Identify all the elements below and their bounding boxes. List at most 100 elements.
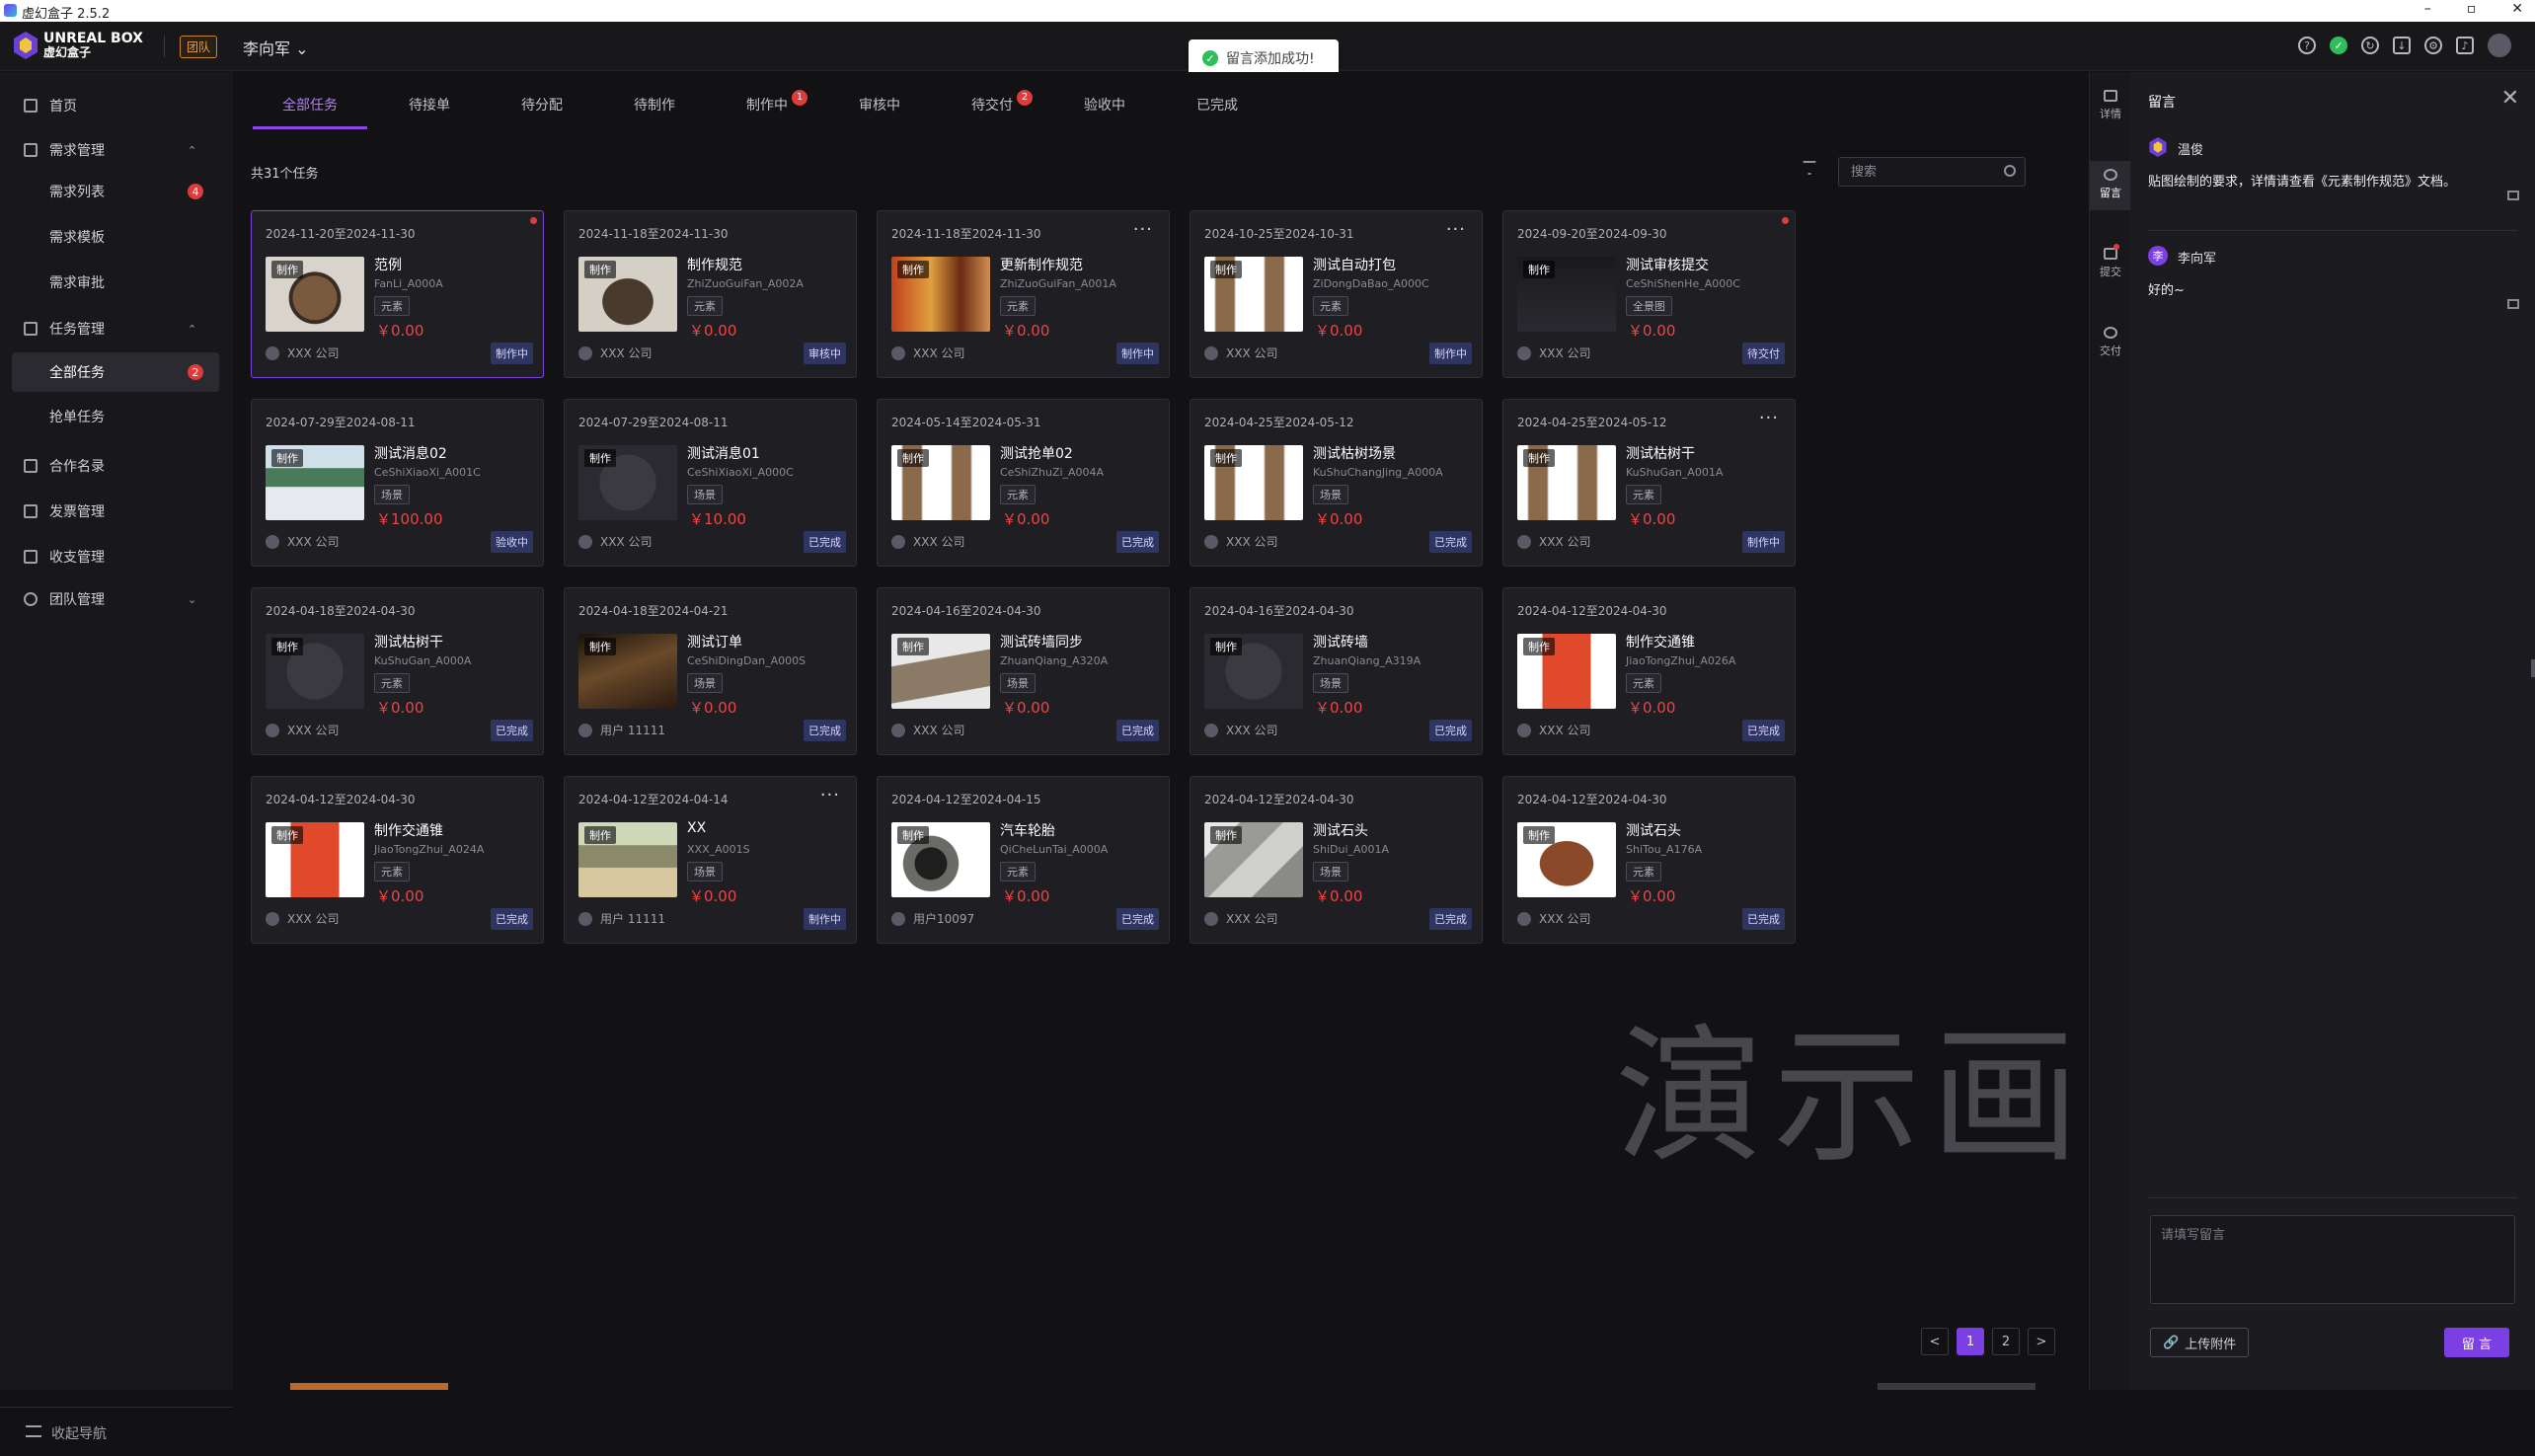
status-badge: 审核中 — [804, 343, 846, 364]
horizontal-scrollbar-track[interactable] — [1878, 1383, 2036, 1390]
status-ok-icon[interactable]: ✓ — [2330, 37, 2347, 54]
owner-name: XXX 公司 — [287, 724, 340, 737]
rail-deliver[interactable]: 交付 — [2090, 319, 2131, 368]
task-card[interactable]: 2024-11-20至2024-11-30 制作 范例 FanLi_A000A 元素 ￥0… — [251, 210, 544, 378]
rail-comments[interactable]: 留言 — [2090, 161, 2131, 210]
tab-pending-accept[interactable]: 待接单 — [379, 72, 480, 129]
task-owner: XXX 公司 — [1204, 533, 1277, 550]
close-icon[interactable]: ✕ — [2501, 86, 2519, 111]
tab-pending-deliver[interactable]: 待交付 2 — [942, 72, 1042, 129]
tab-label: 验收中 — [1084, 98, 1125, 114]
rail-label: 提交 — [2100, 266, 2121, 278]
minimize-button[interactable]: – — [2424, 1, 2431, 17]
sidebar-item-demand-mgmt[interactable]: 需求管理 ⌃ — [0, 130, 233, 170]
task-card[interactable]: ··· 2024-04-12至2024-04-14 制作 XX XXX_A001S 场景 ￥… — [564, 776, 857, 944]
more-icon[interactable]: ··· — [1446, 219, 1466, 240]
owner-name: XXX 公司 — [287, 346, 340, 360]
task-card[interactable]: 2024-04-18至2024-04-21 制作 测试订单 CeShiDingDan_… — [564, 587, 857, 755]
tab-accepting[interactable]: 验收中 — [1054, 72, 1155, 129]
refresh-icon[interactable]: ↻ — [2361, 37, 2379, 54]
maximize-button[interactable]: ▫ — [2467, 1, 2477, 17]
production-tag: 制作 — [1210, 261, 1242, 278]
bell-icon[interactable]: ♪ — [2456, 37, 2474, 54]
rail-details[interactable]: 详情 — [2090, 82, 2131, 131]
avatar[interactable] — [2488, 34, 2511, 57]
close-window-button[interactable]: ✕ — [2511, 1, 2523, 17]
send-comment-button[interactable]: 留 言 — [2444, 1328, 2509, 1357]
collapse-nav-button[interactable]: 收起导航 — [0, 1407, 233, 1456]
tab-completed[interactable]: 已完成 — [1167, 72, 1268, 129]
task-card[interactable]: 2024-04-12至2024-04-30 制作 测试石头 ShiDui_A001A 场… — [1190, 776, 1483, 944]
task-card[interactable]: 2024-09-20至2024-09-30 制作 测试审核提交 CeShiShenHe… — [1502, 210, 1796, 378]
comment-input[interactable] — [2150, 1215, 2515, 1304]
task-price: ￥0.00 — [376, 887, 424, 905]
sidebar-item-team-mgmt[interactable]: 团队管理 ⌄ — [0, 579, 233, 619]
task-card[interactable]: 2024-04-18至2024-04-30 制作 测试枯树干 KuShuGan_A00… — [251, 587, 544, 755]
sidebar-item-all-tasks[interactable]: 全部任务 2 — [12, 352, 219, 392]
task-card[interactable]: ··· 2024-11-18至2024-11-30 制作 更新制作规范 ZhiZuoGu… — [877, 210, 1170, 378]
task-card[interactable]: ··· 2024-04-25至2024-05-12 制作 测试枯树干 KuShuGan_… — [1502, 399, 1796, 567]
sidebar-item-partners[interactable]: 合作名录 — [0, 446, 233, 486]
upload-attachment-button[interactable]: 🔗 上传附件 — [2150, 1328, 2250, 1357]
clock-icon — [2104, 169, 2117, 181]
task-card[interactable]: 2024-11-18至2024-11-30 制作 制作规范 ZhiZuoGuiFan_… — [564, 210, 857, 378]
next-page-button[interactable]: > — [2028, 1328, 2055, 1355]
task-card[interactable]: 2024-07-29至2024-08-11 制作 测试消息02 CeShiXiaoXi… — [251, 399, 544, 567]
reply-icon[interactable] — [2507, 299, 2519, 309]
more-icon[interactable]: ··· — [1133, 219, 1153, 240]
tab-in-production[interactable]: 制作中 1 — [717, 72, 817, 129]
prev-page-button[interactable]: < — [1921, 1328, 1949, 1355]
user-icon — [1517, 345, 1531, 360]
logo-avatar-icon — [2149, 137, 2167, 157]
tab-pending-assign[interactable]: 待分配 — [492, 72, 592, 129]
task-owner: XXX 公司 — [266, 722, 339, 738]
sidebar-item-demand-template[interactable]: 需求模板 — [0, 217, 233, 257]
sidebar-item-finance[interactable]: 收支管理 — [0, 537, 233, 576]
task-card[interactable]: 2024-04-25至2024-05-12 制作 测试枯树场景 KuShuChangJ… — [1190, 399, 1483, 567]
rail-label: 留言 — [2100, 187, 2121, 199]
download-icon[interactable]: ↓ — [2393, 37, 2411, 54]
task-card[interactable]: 2024-04-12至2024-04-30 制作 制作交通锥 JiaoTongZhui… — [251, 776, 544, 944]
task-name: 测试自动打包 — [1313, 258, 1396, 273]
status-badge: 制作中 — [1116, 343, 1159, 364]
more-icon[interactable]: ··· — [1759, 408, 1779, 428]
app-logo[interactable]: UNREAL BOX 虚幻盒子 — [14, 32, 143, 59]
filter-icon[interactable] — [1803, 161, 1816, 175]
vertical-scrollbar[interactable] — [2531, 659, 2535, 677]
sidebar-item-task-mgmt[interactable]: 任务管理 ⌃ — [0, 309, 233, 348]
tab-reviewing[interactable]: 审核中 — [829, 72, 930, 129]
settings-icon[interactable]: ⚙ — [2424, 37, 2442, 54]
tab-pending-make[interactable]: 待制作 — [604, 72, 705, 129]
tab-all[interactable]: 全部任务 — [253, 72, 367, 129]
sidebar-item-invoices[interactable]: 发票管理 — [0, 492, 233, 531]
page-1-button[interactable]: 1 — [1957, 1328, 1984, 1355]
owner-name: XXX 公司 — [1226, 724, 1278, 737]
sidebar-item-grab-tasks[interactable]: 抢单任务 — [0, 397, 233, 436]
task-card[interactable]: 2024-04-16至2024-04-30 制作 测试砖墙同步 ZhuanQiang_… — [877, 587, 1170, 755]
page-2-button[interactable]: 2 — [1992, 1328, 2020, 1355]
rail-submit[interactable]: 提交 — [2090, 240, 2131, 289]
sidebar-item-home[interactable]: 首页 — [0, 86, 233, 125]
user-switcher[interactable]: 李向军 ⌄ — [243, 36, 309, 59]
deliver-icon — [2104, 327, 2117, 339]
horizontal-scrollbar[interactable] — [290, 1383, 448, 1390]
task-name: 测试石头 — [1626, 823, 1681, 839]
task-card[interactable]: 2024-04-12至2024-04-30 制作 制作交通锥 JiaoTongZhui… — [1502, 587, 1796, 755]
task-card[interactable]: 2024-04-12至2024-04-30 制作 测试石头 ShiTou_A176A 元… — [1502, 776, 1796, 944]
search-icon[interactable] — [2004, 165, 2016, 177]
more-icon[interactable]: ··· — [820, 785, 840, 805]
sidebar-item-demand-list[interactable]: 需求列表 4 — [0, 172, 233, 211]
reply-icon[interactable] — [2507, 191, 2519, 200]
task-thumbnail: 制作 — [891, 822, 990, 897]
task-type-tag: 场景 — [374, 485, 410, 504]
task-card[interactable]: 2024-04-12至2024-04-15 制作 汽车轮胎 QiCheLunTai_A… — [877, 776, 1170, 944]
sidebar-item-demand-approval[interactable]: 需求审批 — [0, 263, 233, 302]
task-card[interactable]: 2024-05-14至2024-05-31 制作 测试抢单02 CeShiZhuZi_… — [877, 399, 1170, 567]
task-name: 测试枯树场景 — [1313, 446, 1396, 462]
task-card[interactable]: 2024-07-29至2024-08-11 制作 测试消息01 CeShiXiaoXi… — [564, 399, 857, 567]
task-card[interactable]: ··· 2024-10-25至2024-10-31 制作 测试自动打包 ZiDongDa… — [1190, 210, 1483, 378]
search-input[interactable] — [1838, 157, 2026, 187]
task-card[interactable]: 2024-04-16至2024-04-30 制作 测试砖墙 ZhuanQiang_A3… — [1190, 587, 1483, 755]
help-icon[interactable]: ? — [2298, 37, 2316, 54]
task-code: CeShiXiaoXi_A000C — [687, 466, 794, 479]
